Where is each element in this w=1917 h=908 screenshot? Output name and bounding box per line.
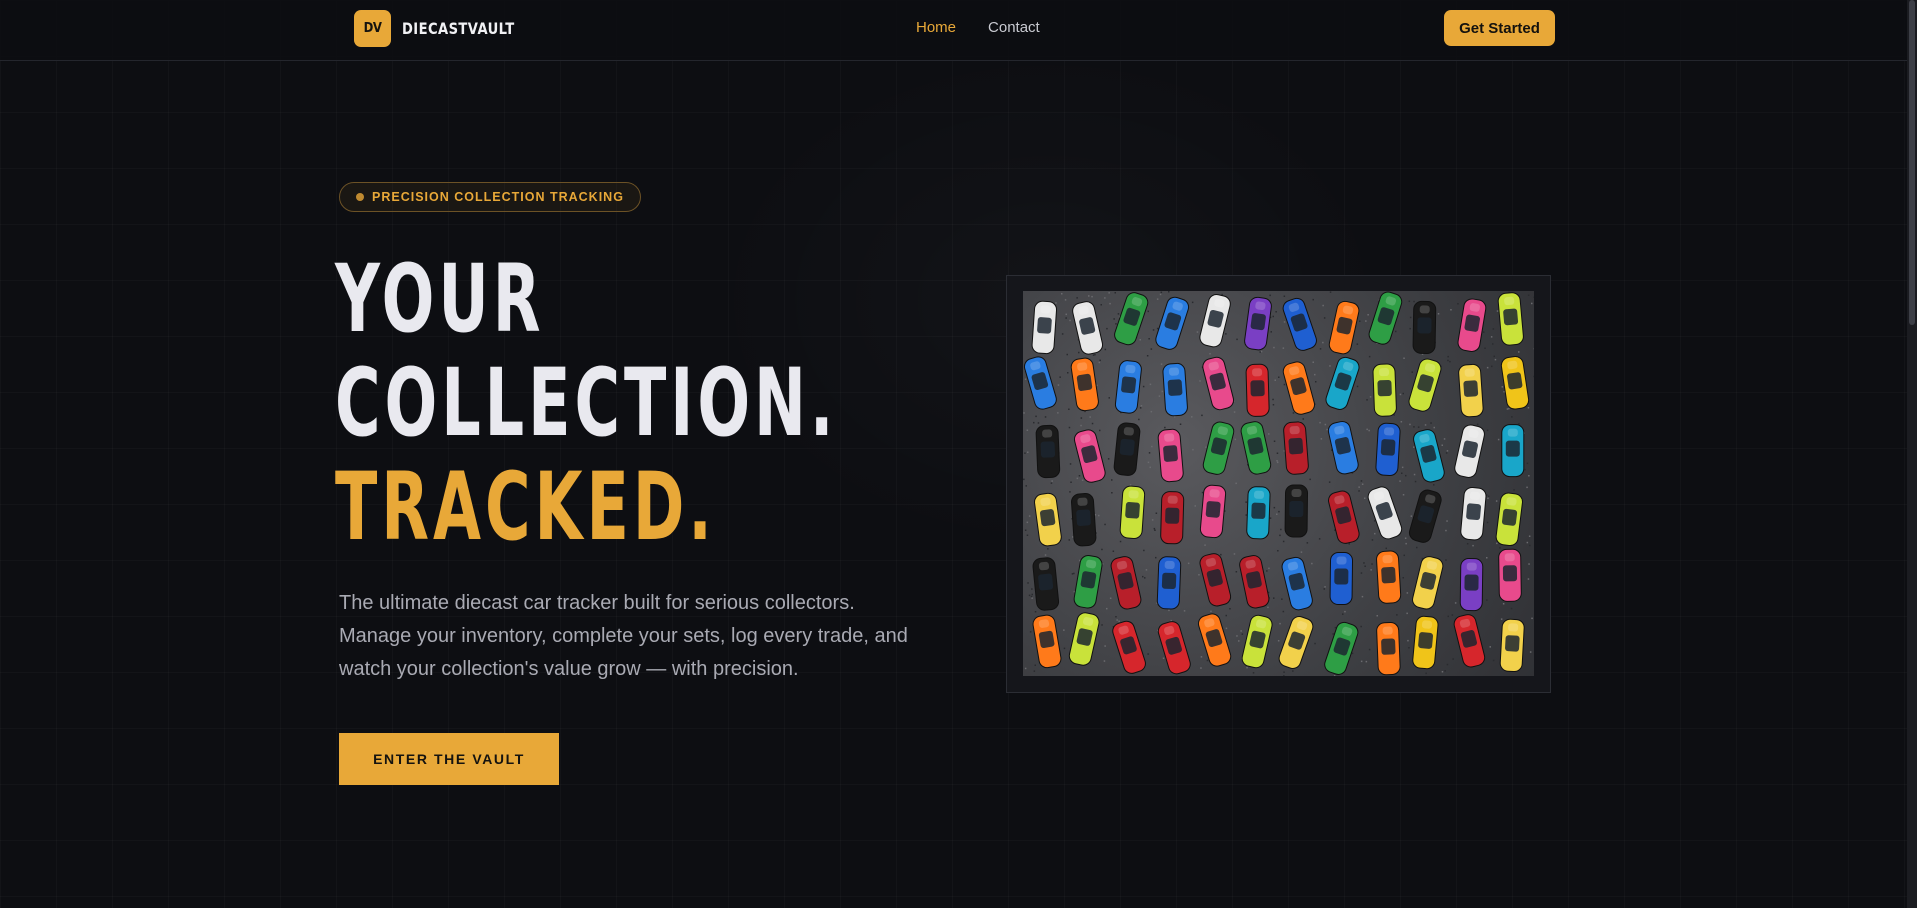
toy-car xyxy=(1071,493,1097,547)
toy-car xyxy=(1073,555,1103,609)
toy-car xyxy=(1413,429,1445,483)
headline-line-1: YOUR xyxy=(335,245,545,354)
toy-car xyxy=(1035,424,1061,479)
toy-car xyxy=(1375,422,1401,477)
toy-car xyxy=(1160,491,1185,545)
toy-car xyxy=(1372,363,1397,417)
toy-car xyxy=(1457,298,1487,352)
toy-car xyxy=(1328,300,1360,355)
toy-car xyxy=(1412,615,1439,670)
nav-links: Home Contact xyxy=(916,19,1040,36)
toy-car xyxy=(1197,613,1232,667)
toy-car xyxy=(1408,489,1442,543)
toy-car xyxy=(1110,556,1142,610)
toy-car xyxy=(1453,614,1486,668)
toy-car xyxy=(1458,363,1484,418)
toy-car xyxy=(1202,421,1235,475)
toy-car xyxy=(1281,556,1313,611)
toy-car xyxy=(1329,551,1354,606)
logo-mark: DV xyxy=(354,10,391,47)
toy-car xyxy=(1114,292,1149,346)
cars-illustration xyxy=(1023,291,1534,676)
headline-line-3: TRACKED. xyxy=(335,453,716,562)
toy-car xyxy=(1325,356,1360,410)
toy-car xyxy=(1282,361,1316,415)
toy-car xyxy=(1497,292,1524,346)
headline-line-2: COLLECTION. xyxy=(335,349,838,458)
toy-car xyxy=(1327,420,1359,475)
badge-label: PRECISION COLLECTION TRACKING xyxy=(372,190,624,204)
toy-car xyxy=(1023,356,1057,410)
toy-car xyxy=(1240,421,1272,475)
toy-car xyxy=(1284,484,1309,538)
toy-car xyxy=(1246,486,1271,540)
toy-car xyxy=(1156,556,1182,610)
toy-car xyxy=(1157,621,1191,675)
toy-car xyxy=(1376,550,1402,604)
toy-car xyxy=(1113,422,1141,476)
hero-subtitle: The ultimate diecast car tracker built f… xyxy=(339,592,908,680)
toy-car xyxy=(1245,363,1270,417)
hero-headline: YOUR COLLECTION. TRACKED. xyxy=(335,248,837,560)
toy-car xyxy=(1278,616,1314,669)
diecast-cars-photo xyxy=(1023,291,1534,676)
toy-car xyxy=(1324,621,1359,675)
toy-car xyxy=(1495,492,1523,547)
top-navigation: DV DIECASTVAULT Home Contact Get Started xyxy=(0,0,1917,61)
toy-car xyxy=(1119,485,1146,539)
brand-logo-link[interactable]: DV DIECASTVAULT xyxy=(354,10,539,47)
scrollbar-thumb[interactable] xyxy=(1909,0,1915,325)
toy-car xyxy=(1412,300,1437,354)
toy-car xyxy=(1500,356,1530,410)
toy-car xyxy=(1244,296,1272,351)
toy-car xyxy=(1202,356,1235,411)
toy-car xyxy=(1283,421,1309,475)
toy-car xyxy=(1459,558,1484,612)
toy-car xyxy=(1498,548,1522,602)
toy-car xyxy=(1032,557,1060,611)
toy-car xyxy=(1239,555,1270,609)
toy-car xyxy=(1072,301,1104,355)
toy-car xyxy=(1068,612,1100,666)
toy-car xyxy=(1454,424,1485,478)
toy-car xyxy=(1112,620,1146,674)
toy-car xyxy=(1367,486,1403,540)
toy-car xyxy=(1157,428,1184,483)
toy-car xyxy=(1499,618,1525,673)
toy-car xyxy=(1031,300,1058,355)
brand-name: DIECASTVAULT xyxy=(402,19,515,38)
hero-badge: PRECISION COLLECTION TRACKING xyxy=(339,182,641,212)
get-started-button[interactable]: Get Started xyxy=(1444,10,1555,46)
page-scrollbar[interactable] xyxy=(1907,0,1917,908)
toy-car xyxy=(1328,490,1360,544)
toy-car xyxy=(1241,614,1273,669)
page: DV DIECASTVAULT Home Contact Get Started… xyxy=(0,0,1917,908)
toy-car xyxy=(1408,358,1442,412)
toy-car xyxy=(1501,424,1525,478)
toy-car xyxy=(1199,294,1231,348)
enter-vault-button[interactable]: ENTER THE VAULT xyxy=(339,733,559,785)
nav-link-contact[interactable]: Contact xyxy=(988,19,1040,36)
toy-car xyxy=(1282,297,1317,351)
toy-car xyxy=(1034,492,1062,547)
hero-image-frame xyxy=(1006,275,1551,693)
toy-car xyxy=(1073,429,1106,483)
toy-car xyxy=(1460,487,1487,541)
toy-car xyxy=(1199,553,1232,607)
nav-link-home[interactable]: Home xyxy=(916,19,956,36)
toy-car xyxy=(1155,296,1190,350)
toy-car xyxy=(1114,360,1142,414)
toy-car xyxy=(1376,621,1401,676)
toy-car xyxy=(1412,556,1444,610)
toy-car xyxy=(1162,362,1188,417)
toy-car xyxy=(1199,484,1227,539)
toy-car xyxy=(1368,291,1403,345)
toy-car xyxy=(1070,357,1099,412)
toy-car xyxy=(1032,614,1062,669)
badge-dot-icon xyxy=(356,193,364,201)
